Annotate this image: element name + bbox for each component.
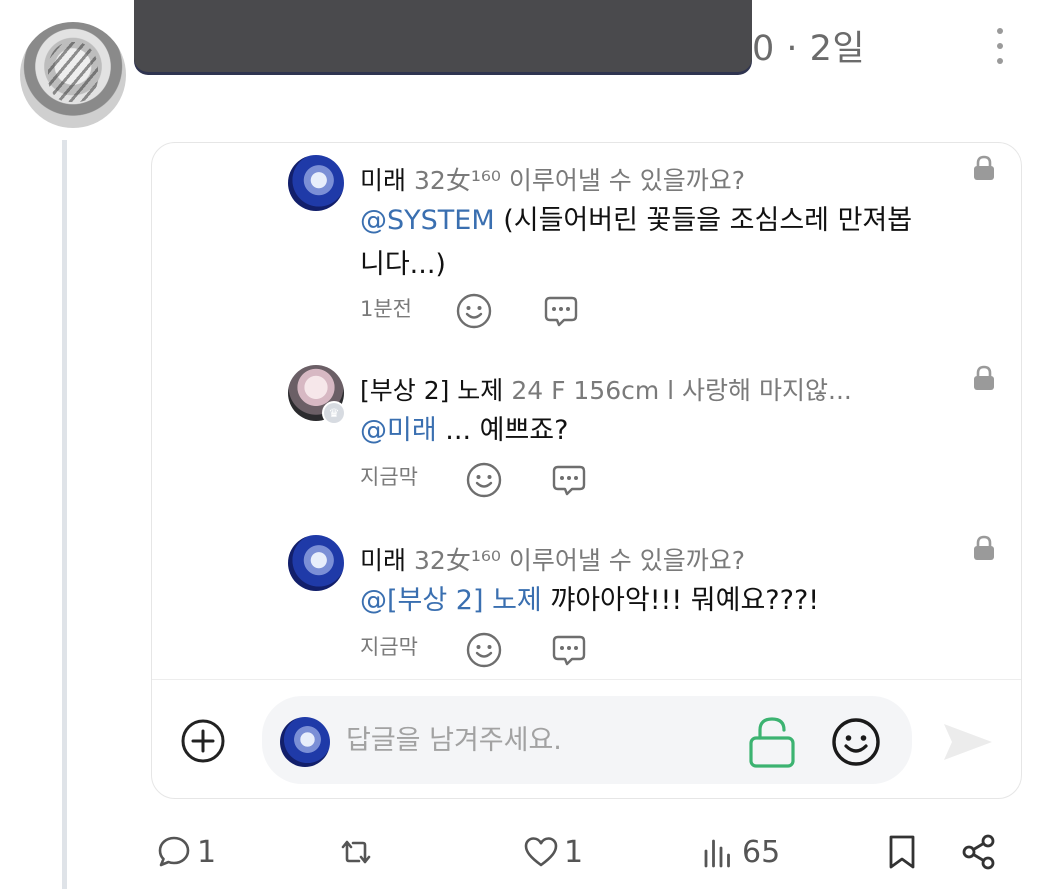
- bookmark-icon: [889, 835, 915, 869]
- share-button[interactable]: [960, 830, 998, 874]
- like-count: 1: [564, 834, 584, 870]
- comment-author-name[interactable]: 미래: [360, 166, 406, 195]
- add-attachment-button[interactable]: [180, 718, 226, 764]
- reply-composer: [262, 696, 912, 784]
- thread-line: [62, 140, 67, 889]
- comment-author-name[interactable]: [부상 2] 노제: [360, 376, 503, 405]
- crown-badge-icon: ♛: [322, 401, 346, 425]
- comment-text: ... 예쁘죠?: [445, 415, 569, 446]
- views-button[interactable]: 65: [700, 830, 780, 874]
- comment-body: @[부상 2] 노제 꺄아아악!!! 뭐예요???!: [360, 579, 920, 623]
- post-time: 0 · 2일: [752, 29, 866, 69]
- send-icon[interactable]: [940, 718, 996, 766]
- view-count: 65: [742, 834, 781, 870]
- kebab-menu-icon[interactable]: [985, 24, 1015, 68]
- mention-link[interactable]: @SYSTEM: [360, 205, 495, 236]
- mention-link[interactable]: @[부상 2] 노제: [360, 585, 542, 616]
- avatar: [280, 717, 330, 767]
- comment-time: 지금막: [360, 635, 418, 659]
- comment-body: @미래 ... 예쁘죠?: [360, 409, 920, 453]
- reply-bubble-icon[interactable]: [550, 631, 588, 669]
- comment-text: 꺄아아악!!! 뭐예요???!: [550, 585, 820, 616]
- divider: [152, 679, 1021, 680]
- comment-author-bio: 32女¹⁶⁰ 이루어낼 수 있을까요?: [414, 166, 746, 195]
- lock-icon: [974, 535, 994, 560]
- bar-chart-icon: [704, 839, 730, 868]
- comment-author-name[interactable]: 미래: [360, 546, 406, 575]
- reply-button[interactable]: 1: [155, 830, 216, 874]
- unlock-icon[interactable]: [746, 714, 798, 770]
- smiley-icon[interactable]: [465, 461, 503, 499]
- comment-time: 1분전: [360, 297, 413, 321]
- comment-author-bio: 24 F 156cm l 사랑해 마지않...: [511, 376, 852, 405]
- bookmark-button[interactable]: [883, 830, 921, 874]
- comment-author-bio: 32女¹⁶⁰ 이루어낼 수 있을까요?: [414, 546, 746, 575]
- mention-link[interactable]: @미래: [360, 415, 437, 446]
- share-icon: [962, 834, 995, 870]
- reply-bubble-icon[interactable]: [550, 461, 588, 499]
- smiley-icon[interactable]: [465, 631, 503, 669]
- emoji-icon[interactable]: [830, 716, 882, 768]
- post-action-bar: 1 1 65: [0, 820, 1055, 880]
- avatar[interactable]: [288, 155, 344, 211]
- comment-body: @SYSTEM (시들어버린 꽃들을 조심스레 만져봅니다...): [360, 199, 920, 287]
- comment-bubble-icon: [158, 836, 190, 867]
- comment-time: 지금막: [360, 465, 418, 489]
- comment-card: 미래 32女¹⁶⁰ 이루어낼 수 있을까요? @SYSTEM (시들어버린 꽃들을…: [151, 142, 1022, 799]
- lock-icon: [974, 365, 994, 390]
- heart-icon: [524, 837, 558, 867]
- like-button[interactable]: 1: [522, 830, 583, 874]
- repost-icon: [341, 840, 371, 864]
- reply-input[interactable]: [346, 718, 726, 762]
- reply-count: 1: [197, 834, 217, 870]
- post-author-avatar[interactable]: [20, 22, 126, 128]
- repost-button[interactable]: [337, 830, 379, 874]
- lock-icon: [974, 155, 994, 180]
- redacted-header: [134, 0, 752, 72]
- avatar[interactable]: [288, 535, 344, 591]
- reply-bubble-icon[interactable]: [542, 292, 580, 330]
- smiley-icon[interactable]: [455, 292, 493, 330]
